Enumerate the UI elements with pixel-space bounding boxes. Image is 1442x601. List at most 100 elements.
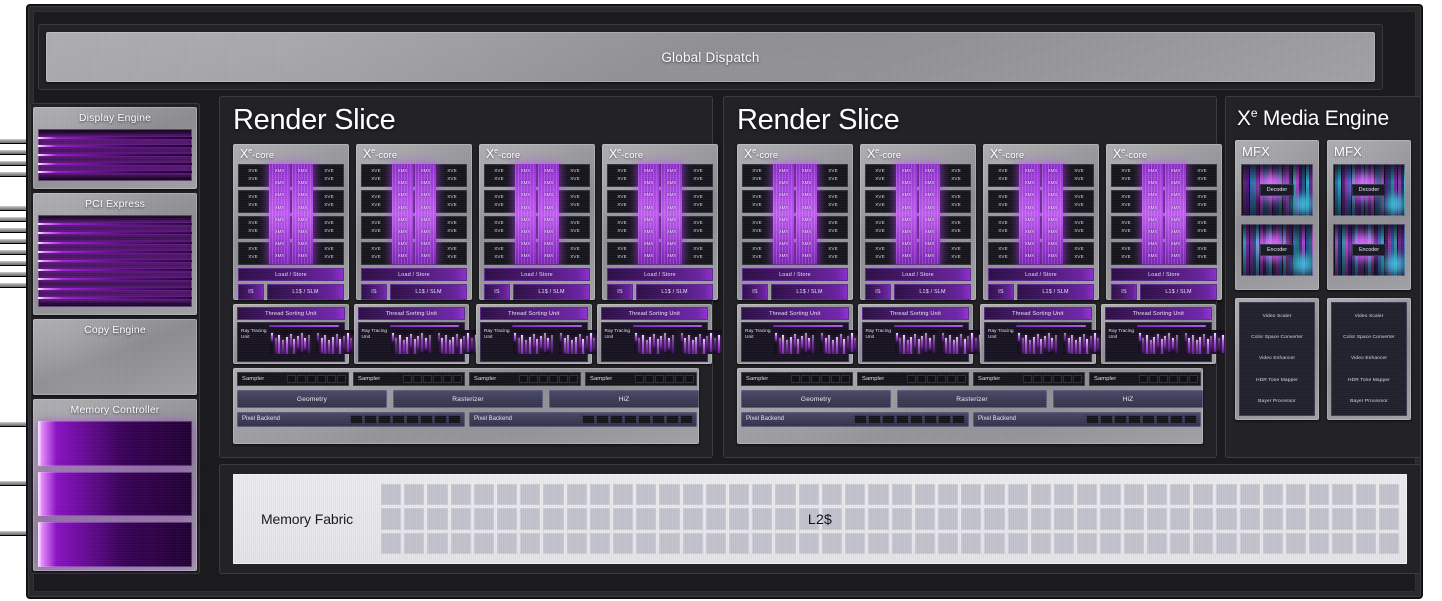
fixed-function-rasterizer: Rasterizer [897, 390, 1047, 408]
l2-cache-cell [775, 532, 796, 554]
sampler-label: Sampler [474, 376, 497, 382]
fixed-function-hiz: HiZ [549, 390, 699, 408]
xve-engine: XVE XVE [316, 191, 342, 212]
xve-row: XVE XVE XVE XVE [484, 216, 590, 239]
xe-core[interactable]: Xe-core XVE XVE XVE XVE XVE XVE XVE XVE XVE XVE XVE… [983, 144, 1099, 300]
engine-label: Display Engine [78, 112, 152, 124]
xmx-label: XMX [297, 229, 308, 234]
xve-label: XVE [1197, 254, 1207, 260]
xve-label: XVE [875, 176, 885, 182]
xe-core[interactable]: Xe-core XVE XVE XVE XVE XVE XVE XVE XVE XVE XVE XVE… [602, 144, 718, 300]
engine-block-copy-engine[interactable]: Copy Engine [33, 319, 197, 395]
xve-label: XVE [693, 193, 703, 199]
xve-row: XVE XVE XVE XVE [865, 242, 971, 265]
xmx-label: XMX [274, 216, 285, 222]
xmx-label: XMX [778, 168, 789, 173]
xe-core[interactable]: Xe-core XVE XVE XVE XVE XVE XVE XVE XVE XVE XVE XVE… [356, 144, 472, 300]
xve-engine: XVE XVE [609, 191, 635, 212]
l2-cache-cell [636, 532, 657, 554]
xve-engine: XVE XVE [1066, 165, 1092, 186]
xmx-label: XMX [778, 180, 789, 186]
l2-cache-cell [1123, 508, 1144, 530]
l2-cache-cell [659, 508, 680, 530]
xve-label: XVE [1197, 245, 1207, 251]
diagram-canvas: Global Dispatch Display Engine PCI Expres… [0, 0, 1442, 601]
xe-core[interactable]: Xe-core XVE XVE XVE XVE XVE XVE XVE XVE XVE XVE XVE… [737, 144, 853, 300]
render-slice-title: Render Slice [737, 104, 900, 136]
xve-row: XVE XVE XVE XVE [742, 164, 848, 187]
l2-cache-cell [1169, 532, 1191, 554]
xve-label: XVE [494, 219, 504, 225]
xmx-label: XMX [643, 168, 654, 173]
xve-engine: XVE XVE [240, 191, 266, 212]
engine-block-memory-controller[interactable]: Memory Controller [33, 399, 197, 571]
load-store-unit: Load / Store [1111, 268, 1217, 281]
xe-core-engine-grid: XVE XVE XVE XVE XVE XVE XVE XVE XVE XVE XVE XVE XVE X… [607, 164, 713, 265]
l2-cache-cell [775, 484, 796, 506]
l2-cache-cell [1332, 484, 1353, 506]
l2-cache-cell [497, 484, 518, 506]
xve-label: XVE [494, 167, 504, 173]
l2-cache-cell [752, 508, 773, 530]
xve-label: XVE [494, 176, 504, 182]
l2-cache-cell [1285, 508, 1307, 530]
l2-cache-cell [520, 508, 541, 530]
xve-engine: XVE XVE [486, 243, 512, 264]
xe-core[interactable]: Xe-core XVE XVE XVE XVE XVE XVE XVE XVE XVE XVE XVE… [860, 144, 976, 300]
l2-cache-cell [520, 532, 541, 554]
xmx-label: XMX [520, 168, 531, 173]
xmx-label: XMX [420, 168, 431, 173]
xmx-label: XMX [543, 241, 554, 247]
xmx-label: XMX [297, 253, 308, 259]
xmx-label: XMX [397, 229, 408, 234]
xve-label: XVE [951, 193, 961, 199]
xmx-label: XMX [543, 229, 554, 234]
ray-tracing-activity [390, 330, 433, 354]
xve-engine: XVE XVE [486, 191, 512, 212]
xve-engine: XVE XVE [439, 217, 465, 238]
mfx-block[interactable]: MFX Decoder Encoder [1327, 140, 1411, 290]
ray-tracing-unit-label: Ray Tracing Unit [988, 329, 1014, 341]
xve-engine: XVE XVE [943, 217, 969, 238]
engine-block-display-engine[interactable]: Display Engine [33, 107, 197, 189]
xmx-label: XMX [1024, 241, 1035, 247]
mfx-block[interactable]: MFX Decoder Encoder [1235, 140, 1319, 290]
xe-core-title-suffix: -core [879, 150, 902, 162]
xve-label: XVE [752, 245, 762, 251]
media-function-video-enhancer: Video Enhancer [1258, 356, 1296, 362]
xmx-label: XMX [901, 192, 912, 198]
xe-core[interactable]: Xe-core XVE XVE XVE XVE XVE XVE XVE XVE XVE XVE XVE… [1106, 144, 1222, 300]
l2-cache-cell [868, 532, 889, 554]
l2-cache-cell [914, 508, 935, 530]
xve-label: XVE [617, 219, 627, 225]
l1-cache-slm: L1$ / SLM [636, 284, 713, 300]
xmx-label: XMX [1024, 253, 1035, 259]
xmx-label: XMX [666, 192, 677, 198]
engine-block-pci-express[interactable]: PCI Express [33, 193, 197, 315]
xve-row: XVE XVE XVE XVE [484, 164, 590, 187]
xe-core-title-prefix: X [363, 147, 372, 162]
xmx-label: XMX [397, 253, 408, 259]
l2-cache-cell [1355, 484, 1376, 506]
xmx-label: XMX [778, 192, 789, 198]
l2-cache-cell [821, 532, 843, 554]
xe-core-engine-grid: XVE XVE XVE XVE XVE XVE XVE XVE XVE XVE XVE XVE XVE X… [484, 164, 590, 265]
xve-engine: XVE XVE [1066, 191, 1092, 212]
xve-engine: XVE XVE [562, 165, 588, 186]
xe-core[interactable]: Xe-core XVE XVE XVE XVE XVE XVE XVE XVE XVE XVE XVE… [233, 144, 349, 300]
xmx-label: XMX [1147, 241, 1158, 247]
xve-label: XVE [951, 254, 961, 260]
xe-core-title-prefix: X [240, 147, 249, 162]
xe-core[interactable]: Xe-core XVE XVE XVE XVE XVE XVE XVE XVE XVE XVE XVE… [479, 144, 595, 300]
xve-row: XVE XVE XVE XVE [988, 164, 1094, 187]
ray-tracing-activity [316, 330, 358, 354]
xve-label: XVE [875, 228, 885, 234]
xmx-label: XMX [543, 216, 554, 222]
xve-label: XVE [1121, 219, 1131, 225]
xe-core-title-suffix: -core [621, 150, 644, 162]
l2-cache-cell [1100, 508, 1121, 530]
xve-row: XVE XVE XVE XVE [865, 190, 971, 213]
load-store-unit: Load / Store [361, 268, 467, 281]
xve-engine: XVE XVE [867, 217, 893, 238]
ray-tracing-unit-label: Ray Tracing Unit [484, 329, 510, 341]
